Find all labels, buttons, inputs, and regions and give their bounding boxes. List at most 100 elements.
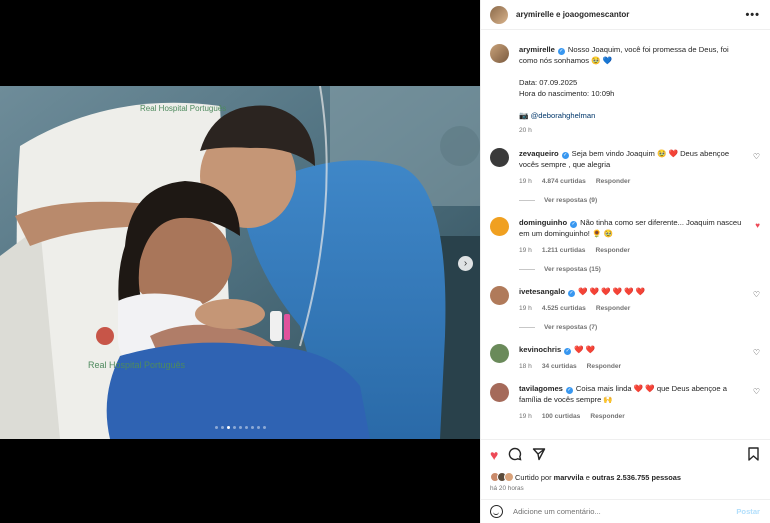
replies-divider bbox=[519, 269, 535, 270]
heart-filled-icon[interactable]: ♥ bbox=[490, 448, 498, 462]
view-replies-label: Ver respostas (7) bbox=[544, 324, 598, 331]
action-bar: ♥ bbox=[481, 439, 770, 469]
commenter-username[interactable]: kevinochris bbox=[519, 345, 561, 354]
likes-middle: e bbox=[585, 472, 590, 482]
comment-likes[interactable]: 34 curtidas bbox=[542, 361, 577, 372]
media-panel: Real Hospital Português Real Hospital Po… bbox=[0, 0, 480, 523]
verified-icon: ✓ bbox=[565, 387, 573, 394]
comment-item: ivetesangalo ✓ ❤️ ❤️ ❤️ ❤️ ❤️ ❤️ 19 h 4.525 … bbox=[490, 286, 760, 331]
view-replies-button[interactable]: Ver respostas (9) bbox=[519, 197, 760, 204]
comment-meta: 19 h 100 curtidas Responder bbox=[519, 411, 746, 422]
reply-button[interactable]: Responder bbox=[596, 176, 630, 187]
comment-like-heart-icon[interactable]: ♡ bbox=[753, 348, 760, 357]
comment-spacer bbox=[490, 422, 760, 433]
view-replies-label: Ver respostas (15) bbox=[544, 266, 601, 273]
post-comment-button[interactable]: Postar bbox=[736, 507, 760, 516]
commenter-avatar[interactable] bbox=[490, 148, 509, 167]
comment-row: tavilagomes ✓ Coisa mais linda ❤️ ❤️ que D… bbox=[490, 383, 760, 422]
comments-list[interactable]: arymirelle ✓ Nosso Joaquim, você foi prome… bbox=[481, 30, 770, 439]
post-authors[interactable]: arymirelle e joaogomescantor bbox=[516, 10, 745, 19]
verified-icon: ✓ bbox=[564, 348, 572, 355]
view-replies-button[interactable]: Ver respostas (15) bbox=[519, 266, 760, 273]
add-comment-bar: Postar bbox=[481, 499, 770, 523]
likes-summary: Curtido por marvvila e outras 2.536.755 … bbox=[481, 469, 770, 485]
caption-body: arymirelle ✓ Nosso Joaquim, você foi prome… bbox=[519, 44, 760, 136]
comment-meta: 19 h 1.211 curtidas Responder bbox=[519, 245, 746, 256]
reply-button[interactable]: Responder bbox=[595, 245, 629, 256]
comment-item: dominguinho ✓ Não tinha como ser diferente… bbox=[490, 217, 760, 273]
comment-meta: 19 h 4.525 curtidas Responder bbox=[519, 303, 746, 314]
comment-likes[interactable]: 1.211 curtidas bbox=[542, 245, 586, 256]
comment-spacer bbox=[490, 372, 760, 383]
caption-time: Hora do nascimento: 10:09h bbox=[519, 89, 615, 98]
caption-age: 20 h bbox=[519, 127, 532, 134]
commenter-username[interactable]: ivetesangalo bbox=[519, 287, 565, 296]
comment-time: 19 h bbox=[519, 247, 532, 254]
commenter-avatar[interactable] bbox=[490, 286, 509, 305]
reply-button[interactable]: Responder bbox=[596, 303, 630, 314]
likes-others[interactable]: outras 2.536.755 pessoas bbox=[592, 473, 681, 482]
post-header: arymirelle e joaogomescantor ••• bbox=[481, 0, 770, 30]
commenter-username[interactable]: tavilagomes bbox=[519, 384, 563, 393]
reply-button[interactable]: Responder bbox=[590, 411, 624, 422]
carousel-dot bbox=[250, 426, 254, 429]
carousel-dot bbox=[238, 426, 242, 429]
more-horizontal-icon[interactable]: ••• bbox=[745, 9, 760, 21]
comment-time: 18 h bbox=[519, 363, 532, 370]
comment-text: ❤️ ❤️ ❤️ ❤️ ❤️ ❤️ bbox=[578, 287, 646, 296]
verified-icon: ✓ bbox=[570, 221, 578, 228]
view-replies-label: Ver respostas (9) bbox=[544, 197, 598, 204]
carousel-dot bbox=[220, 426, 224, 429]
reply-button[interactable]: Responder bbox=[587, 361, 621, 372]
replies-divider bbox=[519, 327, 535, 328]
author-avatar[interactable] bbox=[490, 5, 508, 24]
caption-avatar[interactable] bbox=[490, 44, 509, 63]
pillow-text: Real Hospital Português bbox=[140, 104, 226, 113]
commenter-avatar[interactable] bbox=[490, 344, 509, 363]
comment-body: ivetesangalo ✓ ❤️ ❤️ ❤️ ❤️ ❤️ ❤️ 19 h 4.525 … bbox=[519, 286, 760, 314]
caption-date: Data: 07.09.2025 bbox=[519, 78, 578, 87]
commenter-username[interactable]: zevaqueiro bbox=[519, 149, 559, 158]
comment-likes[interactable]: 100 curtidas bbox=[542, 411, 580, 422]
verified-icon: ✓ bbox=[568, 290, 576, 297]
likes-user[interactable]: marvvila bbox=[554, 473, 584, 482]
comment-time: 19 h bbox=[519, 413, 532, 420]
comment-like-heart-icon[interactable]: ♡ bbox=[753, 152, 760, 161]
bookmark-icon[interactable] bbox=[747, 446, 760, 463]
comment-item: zevaqueiro ✓ Seja bem vindo Joaquim 🥹 ❤️ D… bbox=[490, 148, 760, 204]
comment-text: ❤️ ❤️ bbox=[574, 345, 596, 354]
credit-link[interactable]: @deborahghelman bbox=[531, 111, 596, 120]
next-photo-button[interactable]: › bbox=[458, 256, 473, 271]
comment-like-heart-icon[interactable]: ♡ bbox=[753, 290, 760, 299]
comment-body: dominguinho ✓ Não tinha como ser diferente… bbox=[519, 217, 760, 256]
post-dialog: Real Hospital Português Real Hospital Po… bbox=[0, 0, 770, 523]
view-replies-button[interactable]: Ver respostas (7) bbox=[519, 324, 760, 331]
commenter-username[interactable]: dominguinho bbox=[519, 218, 567, 227]
gown-text-lower: Real Hospital Português bbox=[88, 360, 186, 370]
photo-illustration: Real Hospital Português Real Hospital Po… bbox=[0, 86, 480, 439]
comment-row: ivetesangalo ✓ ❤️ ❤️ ❤️ ❤️ ❤️ ❤️ 19 h 4.525 … bbox=[490, 286, 760, 314]
commenter-avatar[interactable] bbox=[490, 217, 509, 236]
carousel-dot bbox=[244, 426, 248, 429]
comment-like-heart-icon[interactable]: ♡ bbox=[753, 387, 760, 396]
comment-likes[interactable]: 4.874 curtidas bbox=[542, 176, 586, 187]
post-photo[interactable]: Real Hospital Português Real Hospital Po… bbox=[0, 86, 480, 439]
share-icon[interactable] bbox=[532, 447, 546, 463]
comment-icon[interactable] bbox=[508, 447, 522, 463]
comment-likes[interactable]: 4.525 curtidas bbox=[542, 303, 586, 314]
post-sidebar: arymirelle e joaogomescantor ••• arymire… bbox=[480, 0, 770, 523]
chevron-right-icon: › bbox=[463, 258, 468, 269]
likes-prefix: Curtido por bbox=[515, 472, 552, 482]
comment-body: kevinochris ✓ ❤️ ❤️ 18 h 34 curtidas Responde… bbox=[519, 344, 760, 372]
verified-icon: ✓ bbox=[557, 48, 565, 55]
comment-meta: 18 h 34 curtidas Responder bbox=[519, 361, 746, 372]
comment-time: 19 h bbox=[519, 305, 532, 312]
comment-row: kevinochris ✓ ❤️ ❤️ 18 h 34 curtidas Responde… bbox=[490, 344, 760, 372]
emoji-icon[interactable] bbox=[490, 505, 503, 518]
commenter-avatar[interactable] bbox=[490, 383, 509, 402]
comment-input[interactable] bbox=[513, 507, 737, 516]
liker-avatars bbox=[490, 472, 514, 482]
carousel-dot bbox=[226, 426, 230, 429]
caption-username[interactable]: arymirelle bbox=[519, 45, 555, 54]
comment-like-heart-icon[interactable]: ♥ bbox=[755, 221, 760, 230]
